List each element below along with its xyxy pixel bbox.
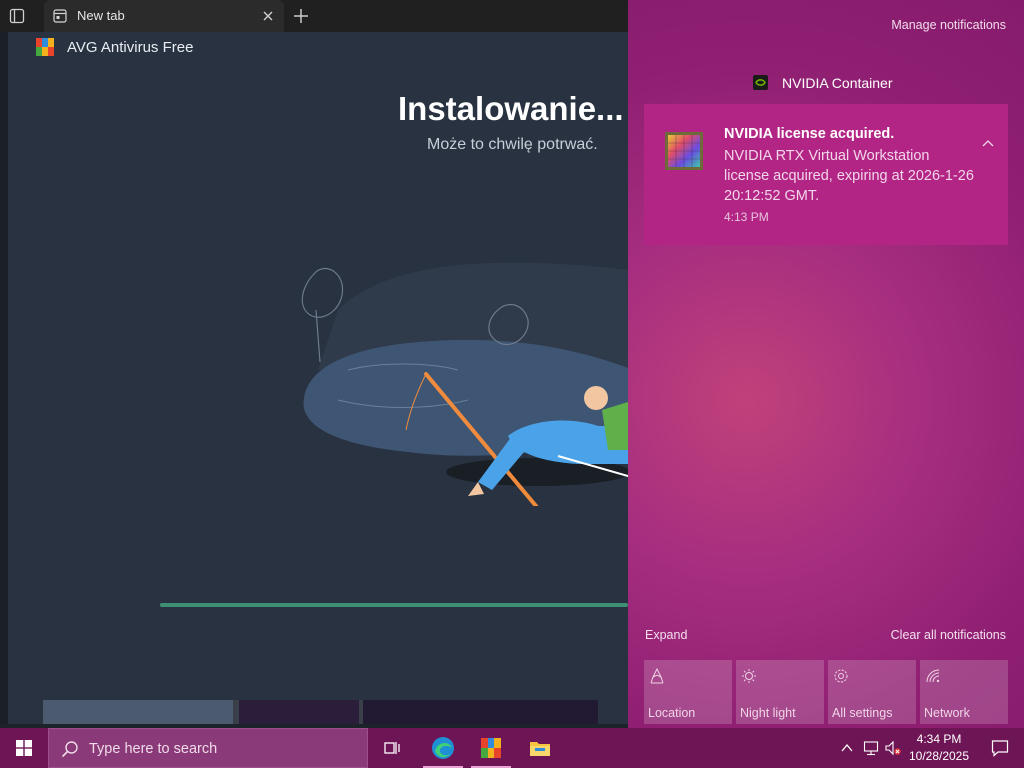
background-window-strip	[43, 700, 598, 724]
close-icon[interactable]	[260, 8, 276, 24]
clock-date[interactable]: 10/28/2025	[906, 749, 972, 763]
notification-icon	[991, 740, 1009, 757]
network-wired-icon[interactable]	[863, 740, 879, 756]
search-placeholder: Type here to search	[89, 741, 218, 757]
install-progress-fill	[160, 603, 628, 607]
taskbar-file-explorer[interactable]	[516, 728, 564, 768]
quick-action-all-settings[interactable]: All settings	[828, 660, 916, 724]
search-icon	[61, 740, 79, 758]
tab-label: New tab	[77, 8, 125, 23]
chevron-up-icon[interactable]	[839, 740, 855, 756]
volume-muted-icon[interactable]	[885, 740, 901, 756]
tile-label: Night light	[740, 706, 796, 720]
gear-icon	[833, 668, 849, 684]
avg-icon	[479, 736, 503, 760]
quick-action-network[interactable]: Network	[920, 660, 1008, 724]
quick-action-location[interactable]: Location	[644, 660, 732, 724]
start-button[interactable]	[0, 728, 48, 768]
chevron-up-icon[interactable]	[980, 136, 996, 152]
new-tab-icon	[53, 9, 67, 23]
avg-logo-icon	[36, 38, 54, 56]
tile-label: All settings	[832, 706, 893, 720]
edge-icon	[431, 736, 455, 760]
action-center: Manage notifications NVIDIA Container NV…	[628, 0, 1024, 728]
taskbar: Type here to search 4:34 PM 10/28/2025	[0, 728, 1024, 768]
tile-label: Location	[648, 706, 696, 720]
manage-notifications-link[interactable]: Manage notifications	[891, 18, 1006, 32]
toast-time: 4:13 PM	[724, 210, 769, 224]
fishing-illustration	[301, 262, 628, 506]
clock-time[interactable]: 4:34 PM	[912, 732, 966, 746]
toast-body: NVIDIA RTX Virtual Workstation license a…	[724, 148, 974, 204]
tile-label: Network	[924, 706, 970, 720]
quick-actions: Location Night light All settings Networ…	[644, 660, 1016, 724]
nvidia-icon	[753, 75, 768, 90]
location-icon	[649, 667, 665, 684]
nvidia-toast[interactable]: NVIDIA license acquired. NVIDIA RTX Virt…	[644, 104, 1008, 245]
nvidia-chip-icon	[664, 131, 704, 171]
file-explorer-icon	[528, 736, 552, 760]
taskbar-avg[interactable]	[467, 728, 515, 768]
action-center-button[interactable]	[976, 728, 1024, 768]
install-progress-bar	[160, 603, 628, 607]
taskbar-search-box[interactable]: Type here to search	[48, 728, 368, 768]
window-edge	[0, 32, 8, 724]
task-view-button[interactable]	[368, 728, 416, 768]
windows-logo-icon	[16, 740, 32, 756]
quick-action-night-light[interactable]: Night light	[736, 660, 824, 724]
new-tab-button[interactable]	[292, 7, 310, 25]
network-icon	[925, 668, 941, 684]
tab-actions-icon[interactable]	[8, 7, 26, 25]
install-heading: Instalowanie...	[398, 90, 624, 127]
toast-title: NVIDIA license acquired.	[724, 126, 895, 142]
browser-tabstrip: New tab	[0, 0, 628, 32]
expand-button[interactable]: Expand	[645, 628, 687, 642]
notification-group-title: NVIDIA Container	[782, 75, 893, 91]
taskbar-edge[interactable]	[419, 728, 467, 768]
task-view-icon	[380, 736, 404, 760]
app-title: AVG Antivirus Free	[67, 39, 194, 56]
tab-new-tab[interactable]: New tab	[44, 0, 284, 32]
avg-installer-window: AVG Antivirus Free Instalowanie... Może …	[8, 32, 628, 724]
night-light-icon	[741, 668, 757, 684]
clear-all-notifications-button[interactable]: Clear all notifications	[891, 628, 1006, 642]
install-subheading: Może to chwilę potrwać.	[427, 136, 598, 153]
